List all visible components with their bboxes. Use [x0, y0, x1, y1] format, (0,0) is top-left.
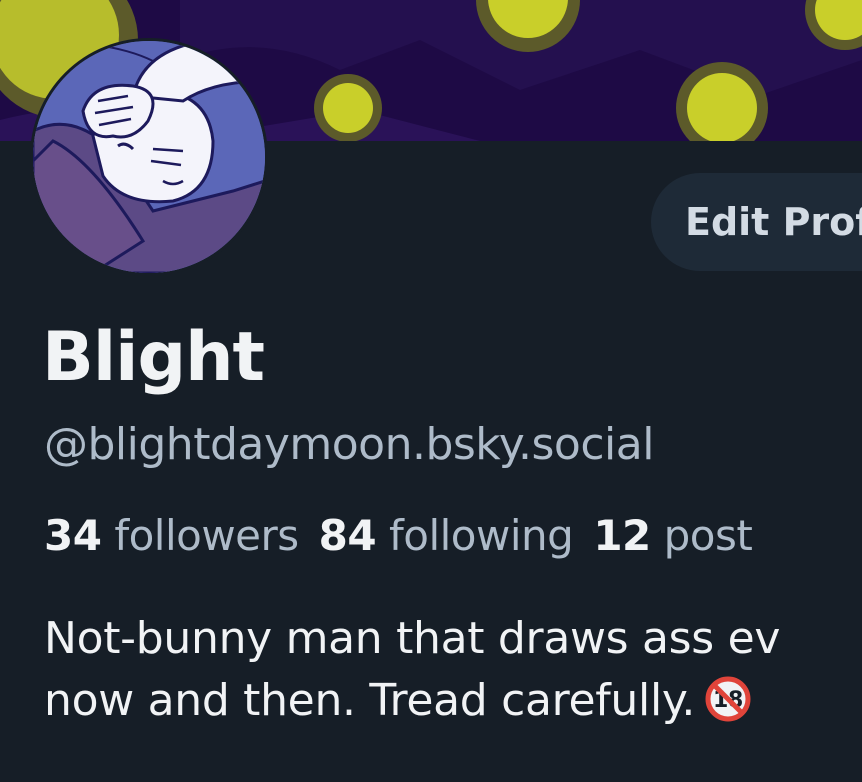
following-link[interactable]: 84 following — [319, 511, 574, 560]
edit-profile-button[interactable]: Edit Prof — [651, 173, 862, 271]
no-one-under-eighteen-icon: 18 — [705, 676, 751, 722]
following-count: 84 — [318, 511, 377, 560]
bio-line-2: now and then. Tread carefully. — [44, 675, 696, 726]
moon-shape — [314, 74, 382, 141]
bio-line-2-container: now and then. Tread carefully.18 — [44, 670, 780, 732]
profile-page: Edit Prof Blight @blightdaymoon.bsky.soc… — [0, 0, 862, 782]
avatar[interactable] — [30, 38, 268, 276]
profile-bio: Not-bunny man that draws ass ev now and … — [44, 608, 780, 732]
posts-label: post — [663, 511, 753, 560]
following-label: following — [388, 511, 574, 560]
profile-stats: 34 followers 84 following 12 post — [44, 510, 772, 562]
display-name: Blight — [42, 318, 265, 397]
posts-stat: 12 post — [593, 511, 753, 560]
posts-count: 12 — [593, 511, 651, 560]
followers-link[interactable]: 34 followers — [44, 511, 299, 560]
profile-handle: @blightdaymoon.bsky.social — [44, 419, 654, 470]
followers-count: 34 — [44, 511, 102, 560]
followers-label: followers — [114, 511, 299, 560]
bio-line-1: Not-bunny man that draws ass ev — [44, 613, 781, 664]
